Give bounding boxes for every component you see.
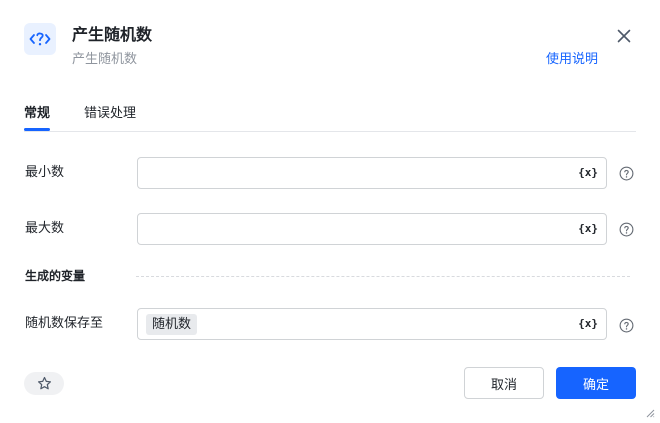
variable-tag[interactable]: 随机数 — [146, 314, 198, 335]
dialog-icon — [24, 23, 56, 55]
insert-variable-button[interactable]: {x} — [578, 221, 598, 237]
favorite-button[interactable] — [24, 372, 64, 395]
section-divider — [136, 276, 630, 277]
tab-general[interactable]: 常规 — [24, 105, 51, 131]
star-icon — [37, 376, 51, 390]
random-question-code-icon — [29, 32, 51, 46]
usage-help-link[interactable]: 使用说明 — [546, 51, 598, 69]
generated-variables-title: 生成的变量 — [25, 269, 86, 283]
min-number-label: 最小数 — [25, 165, 65, 180]
resize-handle-icon[interactable] — [645, 408, 655, 418]
question-circle-icon[interactable] — [619, 318, 634, 333]
save-to-label: 随机数保存至 — [25, 316, 104, 331]
max-number-input[interactable]: {x} — [137, 213, 607, 245]
cancel-button[interactable]: 取消 — [464, 367, 544, 399]
insert-variable-button[interactable]: {x} — [578, 316, 598, 332]
min-number-input[interactable]: {x} — [137, 157, 607, 189]
save-to-variable-input[interactable]: 随机数 {x} — [137, 308, 607, 340]
close-button[interactable] — [614, 26, 634, 46]
close-icon — [617, 29, 631, 43]
tab-bar: 常规 错误处理 — [24, 105, 636, 132]
question-circle-icon[interactable] — [619, 166, 634, 181]
tab-error-handling[interactable]: 错误处理 — [84, 105, 136, 123]
max-number-label: 最大数 — [25, 221, 65, 236]
insert-variable-button[interactable]: {x} — [578, 165, 598, 181]
dialog-subtitle: 产生随机数 — [72, 52, 138, 67]
question-circle-icon[interactable] — [619, 222, 634, 237]
confirm-button[interactable]: 确定 — [556, 367, 636, 399]
dialog-title: 产生随机数 — [72, 25, 153, 44]
